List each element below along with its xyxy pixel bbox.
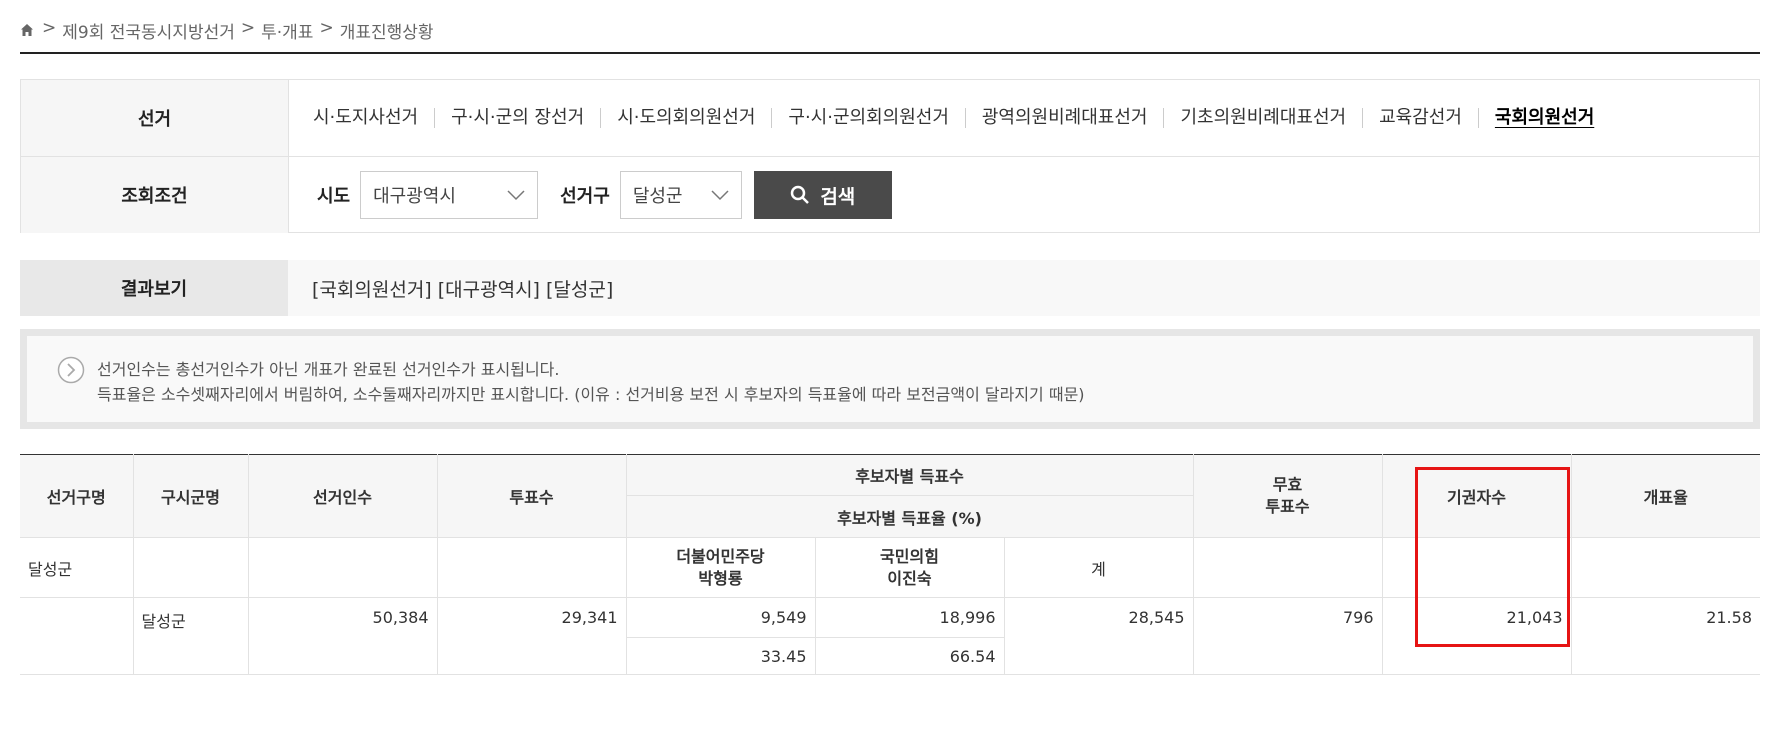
cell-abstain: 21,043	[1381, 597, 1572, 675]
breadcrumb-separator: >	[240, 18, 256, 38]
result-bar: 결과보기 [국회의원선거] [대구광역시] [달성군]	[20, 260, 1760, 316]
table-row: 달성군 더불어민주당 박형룡 국민의힘 이진숙 계	[20, 537, 1760, 598]
cell-cand1-rate: 33.45	[626, 637, 816, 675]
breadcrumb-item-progress[interactable]: 개표진행상황	[340, 18, 434, 43]
candidate-1-party: 더불어민주당	[676, 546, 765, 566]
header-candidate-votes: 후보자별 득표수	[625, 454, 1194, 496]
result-table: 선거구명 구시군명 선거인수 투표수 후보자별 득표수 무효 투표수 기권자수 …	[20, 454, 1760, 675]
tab-provincial-proportional[interactable]: 광역의원비례대표선거	[964, 108, 1164, 128]
tab-local-council[interactable]: 구·시·군의회의원선거	[771, 108, 964, 128]
header-electors: 선거인수	[247, 454, 438, 538]
cell-cand1-votes: 9,549	[625, 597, 816, 638]
result-label: 결과보기	[20, 260, 288, 316]
tab-governor[interactable]: 시·도지사선거	[313, 108, 434, 128]
cell-invalid: 796	[1192, 597, 1383, 675]
search-button[interactable]: 검색	[753, 171, 892, 219]
condition-label: 조회조건	[21, 157, 289, 233]
chevron-down-icon	[711, 190, 729, 201]
cell-cand2-rate: 66.54	[814, 637, 1004, 675]
breadcrumb-separator: >	[319, 18, 334, 38]
search-panel: 선거 시·도지사선거 구·시·군의 장선거 시·도의회의원선거 구·시·군의회의…	[20, 79, 1760, 233]
candidate-2: 국민의힘 이진숙	[814, 537, 1005, 598]
district-select[interactable]: 달성군	[619, 171, 742, 219]
chevron-circle-icon	[57, 356, 85, 384]
header-abstain: 기권자수	[1381, 454, 1572, 538]
breadcrumb: > 제9회 전국동시지방선거 > 투·개표 > 개표진행상황	[20, 18, 1760, 54]
tab-education[interactable]: 교육감선거	[1362, 108, 1478, 128]
home-icon[interactable]	[20, 23, 34, 37]
candidate-2-party: 국민의힘	[880, 546, 939, 566]
header-invalid: 무효 투표수	[1192, 454, 1383, 538]
cell-district: 달성군	[20, 537, 134, 598]
breadcrumb-separator: >	[42, 18, 57, 38]
total-label: 계	[1003, 537, 1194, 598]
tab-national-assembly[interactable]: 국회의원선거	[1477, 108, 1610, 128]
cell-votes: 29,341	[436, 597, 627, 675]
election-label: 선거	[21, 80, 289, 156]
candidate-2-name: 이진숙	[887, 568, 932, 588]
chevron-down-icon	[507, 190, 525, 201]
header-count-rate: 개표율	[1570, 454, 1760, 538]
candidate-1-name: 박형룡	[698, 568, 743, 588]
district-label: 선거구	[560, 186, 610, 207]
search-icon	[791, 185, 810, 204]
table-row: 달성군 50,384 29,341 9,549 18,996 28,545 79…	[20, 597, 1760, 675]
candidate-1: 더불어민주당 박형룡	[625, 537, 816, 598]
condition-row: 조회조건 시도 대구광역시 선거구 달성군 검색	[21, 156, 1759, 233]
sido-select[interactable]: 대구광역시	[360, 171, 539, 219]
header-votes: 투표수	[436, 454, 627, 538]
cell-sigungu: 달성군	[132, 597, 249, 675]
cell-electors: 50,384	[247, 597, 438, 675]
sido-value: 대구광역시	[373, 186, 456, 207]
sido-label: 시도	[317, 186, 351, 207]
breadcrumb-item-election[interactable]: 제9회 전국동시지방선거	[62, 18, 235, 43]
notice-line-1: 선거인수는 총선거인수가 아닌 개표가 완료된 선거인수가 표시됩니다.	[97, 360, 560, 379]
notice-line-2: 득표율은 소수셋째자리에서 버림하여, 소수둘째자리까지만 표시합니다. (이유…	[97, 385, 1085, 404]
result-text: [국회의원선거] [대구광역시] [달성군]	[312, 278, 614, 301]
tab-local-proportional[interactable]: 기초의원비례대표선거	[1163, 108, 1362, 128]
search-button-label: 검색	[820, 186, 856, 208]
breadcrumb-item-vote[interactable]: 투·개표	[261, 18, 313, 43]
tab-mayor[interactable]: 구·시·군의 장선거	[434, 108, 600, 128]
tab-provincial-council[interactable]: 시·도의회의원선거	[600, 108, 771, 128]
cell-count-rate: 21.58	[1570, 597, 1760, 675]
header-district: 선거구명	[20, 454, 134, 538]
election-row: 선거 시·도지사선거 구·시·군의 장선거 시·도의회의원선거 구·시·군의회의…	[21, 80, 1759, 156]
cell-total-votes: 28,545	[1003, 597, 1194, 675]
header-candidate-rate: 후보자별 득표율 (%)	[626, 495, 1193, 538]
header-sigungu: 구시군명	[132, 454, 249, 538]
cell-cand2-votes: 18,996	[814, 597, 1005, 638]
election-tabs: 시·도지사선거 구·시·군의 장선거 시·도의회의원선거 구·시·군의회의원선거…	[313, 108, 1610, 128]
notice-box: 선거인수는 총선거인수가 아닌 개표가 완료된 선거인수가 표시됩니다. 득표율…	[20, 329, 1760, 429]
district-value: 달성군	[632, 186, 683, 207]
